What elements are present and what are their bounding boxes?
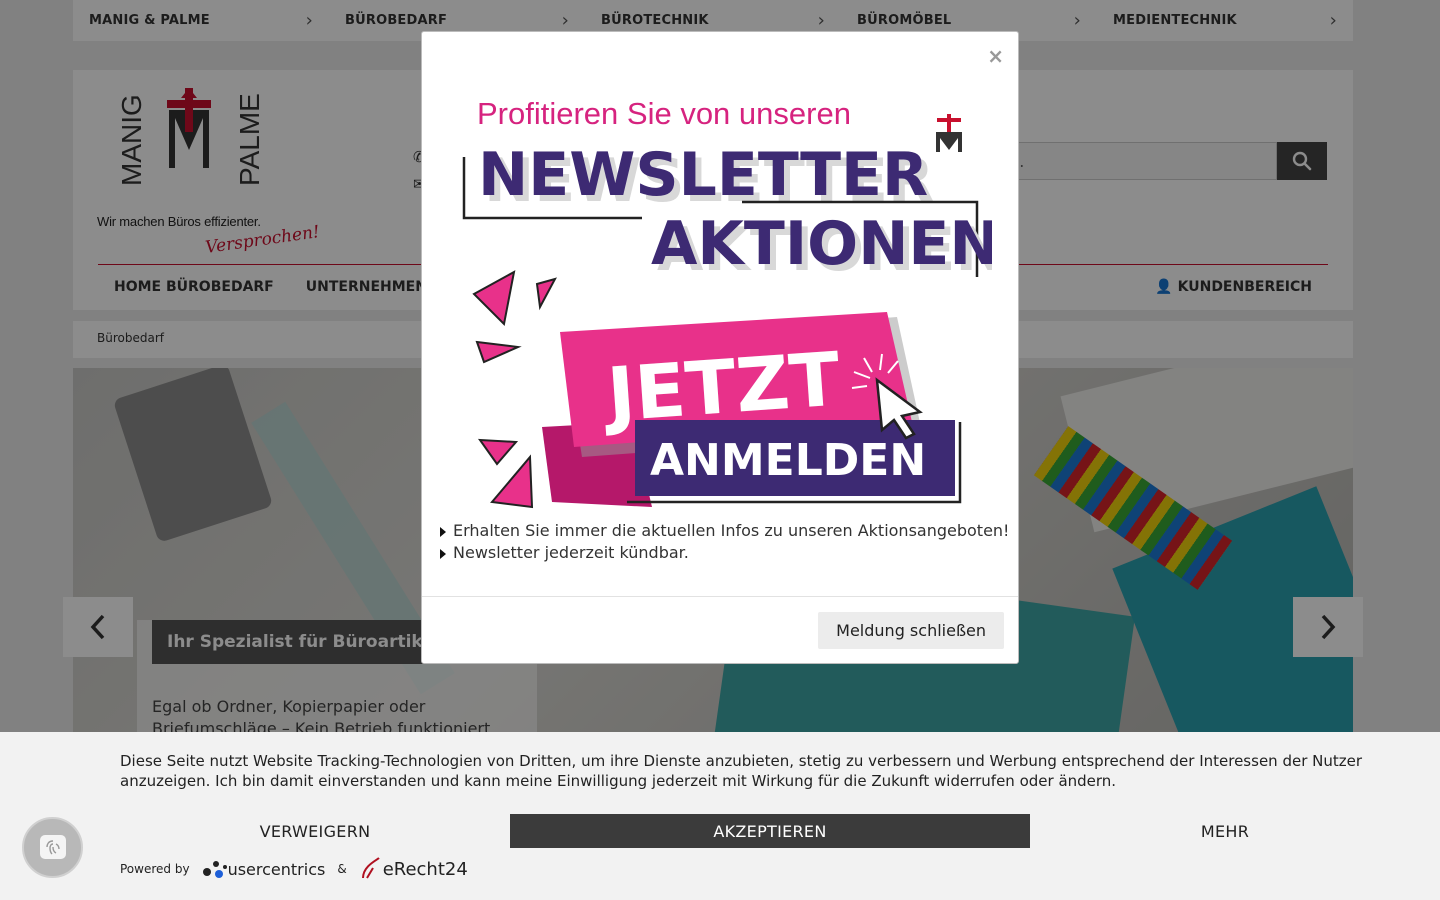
decor-triangles — [472, 270, 557, 509]
newsletter-benefits-list: Erhalten Sie immer die aktuellen Infos z… — [438, 520, 1009, 564]
accept-button[interactable]: AKZEPTIEREN — [510, 814, 1030, 848]
usercentrics-icon — [202, 861, 227, 878]
ampersand: & — [337, 862, 347, 876]
erecht24-logo[interactable]: eRecht24 — [359, 856, 468, 882]
usercentrics-logo[interactable]: usercentrics — [202, 858, 326, 880]
cookie-consent-banner: Diese Seite nutzt Website Tracking-Techn… — [0, 732, 1440, 900]
erecht24-label: eRecht24 — [382, 858, 468, 880]
newsletter-banner-image[interactable]: Profitieren Sie von unseren NEWSLETTER N… — [452, 62, 992, 512]
consent-text: Diese Seite nutzt Website Tracking-Techn… — [120, 752, 1363, 790]
more-button[interactable]: MEHR — [1030, 814, 1420, 848]
banner-headline: Profitieren Sie von unseren — [477, 96, 851, 131]
banner-cta2: ANMELDEN — [650, 435, 926, 486]
banner-line1: NEWSLETTER — [478, 140, 928, 210]
usercentrics-label: usercentrics — [227, 859, 326, 879]
powered-by-label: Powered by — [120, 862, 190, 876]
banner-logo-icon — [936, 114, 962, 152]
close-message-button[interactable]: Meldung schließen — [818, 612, 1004, 649]
fingerprint-icon — [39, 834, 66, 859]
powered-by: Powered by usercentrics & eRecht24 — [120, 856, 468, 882]
list-item: Newsletter jederzeit kündbar. — [438, 542, 1009, 564]
privacy-settings-button[interactable] — [22, 817, 83, 878]
banner-line2: AKTIONEN — [651, 209, 992, 279]
list-item: Erhalten Sie immer die aktuellen Infos z… — [438, 520, 1009, 542]
modal-divider — [422, 596, 1018, 597]
newsletter-modal: × Profitieren Sie von unseren NEWSLETTER… — [421, 31, 1019, 664]
decline-button[interactable]: VERWEIGERN — [120, 814, 510, 848]
erecht24-icon — [361, 857, 380, 879]
